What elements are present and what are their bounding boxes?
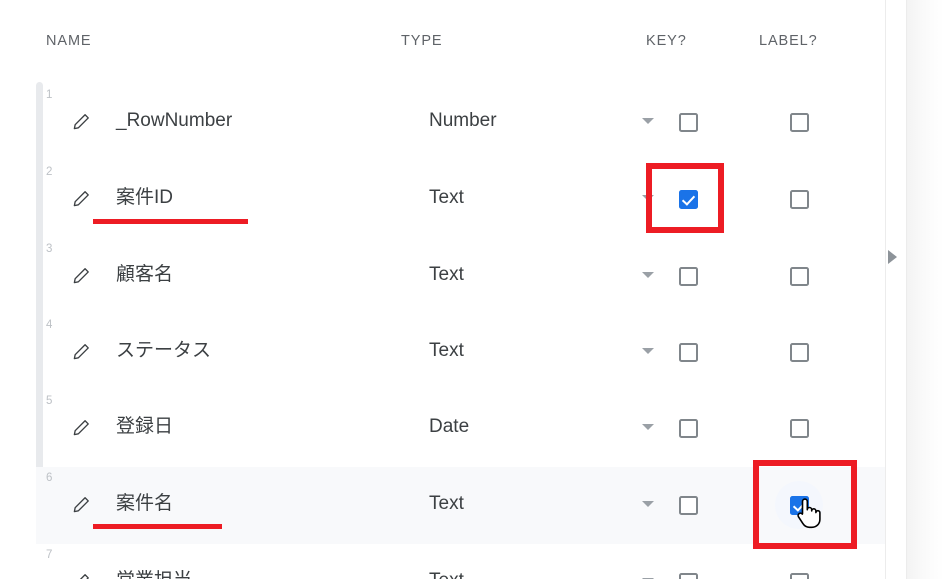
column-header-name: NAME [46, 33, 92, 49]
column-type-select[interactable]: Text [429, 489, 659, 519]
column-settings-screen: NAME TYPE KEY? LABEL? 1 _RowNumber Numbe… [0, 0, 944, 579]
label-checkbox-cell[interactable] [775, 404, 823, 452]
key-checkbox[interactable] [678, 342, 698, 362]
column-type-value: Text [429, 264, 464, 285]
label-checkbox[interactable] [789, 112, 809, 132]
column-name-value[interactable]: _RowNumber [116, 106, 232, 136]
chevron-down-icon[interactable] [642, 118, 654, 124]
label-checkbox-cell[interactable] [775, 328, 823, 376]
label-checkbox-cell[interactable] [775, 98, 823, 146]
key-checkbox[interactable] [678, 112, 698, 132]
table-row[interactable]: 2 案件ID Text [36, 161, 885, 238]
column-type-value: Number [429, 110, 497, 131]
column-type-value: Text [429, 566, 464, 579]
key-checkbox-cell[interactable] [664, 481, 712, 529]
row-number: 6 [46, 472, 53, 484]
chevron-down-icon[interactable] [642, 195, 654, 201]
chevron-down-icon[interactable] [642, 501, 654, 507]
key-checkbox[interactable] [678, 418, 698, 438]
label-checkbox[interactable] [789, 342, 809, 362]
label-checkbox[interactable] [789, 189, 809, 209]
label-checkbox-cell[interactable] [775, 481, 823, 529]
column-header-type: TYPE [401, 33, 443, 49]
row-number: 7 [46, 549, 53, 561]
row-number: 1 [46, 89, 53, 101]
pencil-icon[interactable] [68, 262, 94, 288]
row-number: 5 [46, 395, 53, 407]
column-type-value: Date [429, 416, 470, 437]
column-name-value[interactable]: 案件ID [116, 183, 173, 213]
column-type-value: Text [429, 340, 464, 361]
label-checkbox[interactable] [789, 418, 809, 438]
pencil-icon[interactable] [68, 338, 94, 364]
key-checkbox[interactable] [678, 266, 698, 286]
key-checkbox-cell[interactable] [664, 98, 712, 146]
column-type-value: Text [429, 493, 464, 514]
chevron-down-icon[interactable] [642, 424, 654, 430]
key-checkbox[interactable] [678, 495, 698, 515]
pencil-icon[interactable] [68, 568, 94, 579]
key-checkbox-cell[interactable] [664, 328, 712, 376]
key-checkbox-cell[interactable] [664, 252, 712, 300]
pane-divider-left [885, 0, 886, 579]
row-number: 3 [46, 243, 53, 255]
label-checkbox[interactable] [789, 495, 809, 515]
column-name-value[interactable]: ステータス [116, 336, 211, 366]
triangle-right-icon[interactable] [888, 250, 897, 264]
pane-edge-shadow [907, 0, 944, 579]
row-number: 2 [46, 166, 53, 178]
columns-table-pane: NAME TYPE KEY? LABEL? 1 _RowNumber Numbe… [0, 0, 885, 579]
label-checkbox[interactable] [789, 572, 809, 579]
column-type-select[interactable]: Text [429, 260, 659, 290]
table-row[interactable]: 3 顧客名 Text [36, 238, 885, 315]
label-checkbox-cell[interactable] [775, 175, 823, 223]
table-row[interactable]: 7 営業担当 Text [36, 544, 885, 579]
label-checkbox[interactable] [789, 266, 809, 286]
key-checkbox-cell[interactable] [664, 404, 712, 452]
column-name-value[interactable]: 営業担当 [116, 566, 192, 579]
key-checkbox-cell[interactable] [664, 558, 712, 579]
table-row[interactable]: 4 ステータス Text [36, 314, 885, 391]
label-checkbox-cell[interactable] [775, 558, 823, 579]
label-checkbox-cell[interactable] [775, 252, 823, 300]
column-type-select[interactable]: Date [429, 412, 659, 442]
column-header-key: KEY? [646, 33, 687, 49]
chevron-down-icon[interactable] [642, 272, 654, 278]
table-row[interactable]: 6 案件名 Text [36, 467, 885, 544]
key-checkbox[interactable] [678, 189, 698, 209]
column-name-value[interactable]: 案件名 [116, 489, 173, 519]
chevron-down-icon[interactable] [642, 348, 654, 354]
row-number: 4 [46, 319, 53, 331]
key-checkbox[interactable] [678, 572, 698, 579]
column-type-select[interactable]: Text [429, 566, 659, 579]
key-checkbox-cell[interactable] [664, 175, 712, 223]
column-type-value: Text [429, 187, 464, 208]
column-type-select[interactable]: Number [429, 106, 659, 136]
column-header-label: LABEL? [759, 33, 818, 49]
column-name-value[interactable]: 登録日 [116, 412, 173, 442]
pencil-icon[interactable] [68, 108, 94, 134]
table-row[interactable]: 5 登録日 Date [36, 390, 885, 467]
column-type-select[interactable]: Text [429, 183, 659, 213]
column-name-value[interactable]: 顧客名 [116, 260, 173, 290]
table-row[interactable]: 1 _RowNumber Number [36, 84, 885, 161]
pencil-icon[interactable] [68, 185, 94, 211]
pencil-icon[interactable] [68, 491, 94, 517]
pencil-icon[interactable] [68, 414, 94, 440]
column-type-select[interactable]: Text [429, 336, 659, 366]
